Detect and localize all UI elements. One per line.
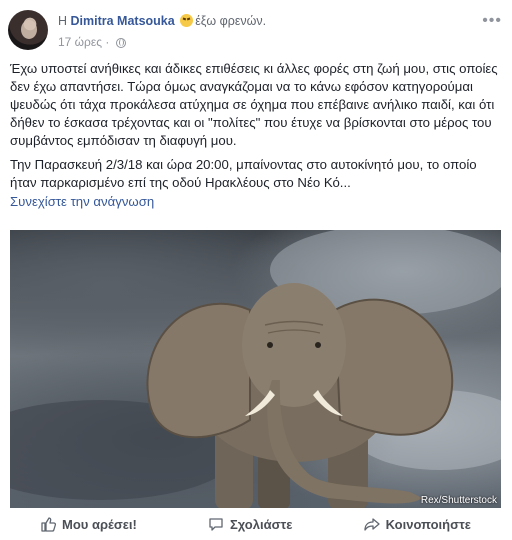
timestamp[interactable]: 17 ώρες — [58, 35, 102, 49]
share-label: Κοινοποιήστε — [385, 516, 471, 532]
comment-label: Σχολιάστε — [229, 516, 293, 532]
comment-bubble-icon — [209, 518, 223, 531]
elephant-illustration — [10, 230, 501, 508]
post-actions-bar: Μου αρέσει! Σχολιάστε Κοινοποιήστε — [10, 510, 501, 538]
author-prefix: Η — [58, 14, 68, 28]
meta-separator: · — [105, 35, 110, 49]
post-header: Η Dimitra Matsouka έξω φρενών. 17 ώρες ·… — [8, 8, 504, 58]
author-name[interactable]: Dimitra Matsouka — [71, 14, 175, 28]
avatar[interactable] — [8, 10, 48, 50]
share-arrow-icon — [363, 518, 380, 531]
share-button[interactable]: Κοινοποιήστε — [334, 516, 501, 532]
like-button[interactable]: Μου αρέσει! — [10, 516, 167, 532]
post-meta: 17 ώρες · — [58, 35, 126, 49]
post-photo[interactable]: Rex/Shutterstock — [10, 230, 501, 508]
header-line: Η Dimitra Matsouka έξω φρενών. — [58, 14, 266, 28]
thumbs-up-icon — [41, 517, 56, 532]
like-label: Μου αρέσει! — [62, 516, 137, 532]
feeling-text: έξω φρενών. — [195, 14, 267, 28]
comment-button[interactable]: Σχολιάστε — [178, 516, 322, 532]
post-paragraph-1: Έχω υποστεί ανήθικες και άδικες επιθέσει… — [10, 61, 498, 148]
photo-credit: Rex/Shutterstock — [420, 495, 497, 506]
post-paragraph-2: Την Παρασκευή 2/3/18 και ώρα 20:00, μπαί… — [10, 157, 477, 190]
globe-icon[interactable] — [115, 38, 126, 48]
post-text: Έχω υποστεί ανήθικες και άδικες επιθέσει… — [10, 60, 504, 211]
more-options-icon[interactable]: ••• — [482, 12, 502, 30]
angry-face-icon — [180, 14, 194, 27]
see-more-link[interactable]: Συνεχίστε την ανάγνωση — [10, 193, 504, 211]
